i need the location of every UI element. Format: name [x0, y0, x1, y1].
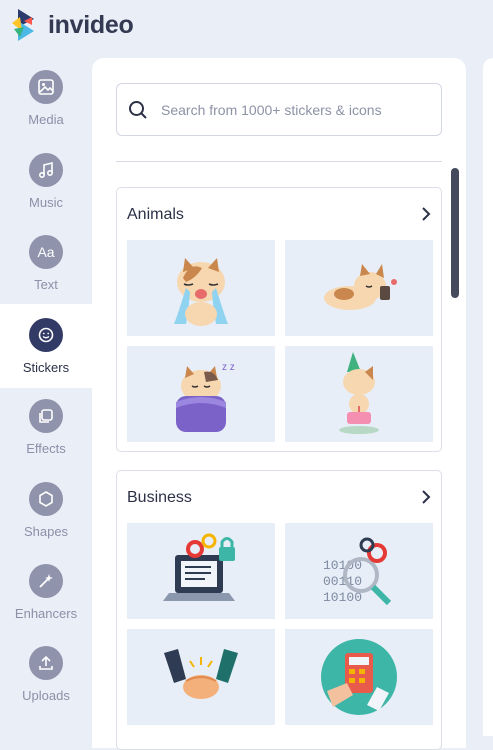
- divider: [116, 161, 442, 162]
- top-bar: invideo: [0, 0, 493, 52]
- birthday-cat-sticker[interactable]: [285, 346, 433, 442]
- invideo-logo[interactable]: invideo: [10, 7, 134, 43]
- upload-icon: [29, 646, 63, 680]
- sidebar-item-label: Music: [29, 195, 63, 210]
- sidebar-item-label: Media: [28, 112, 64, 127]
- brand-name: invideo: [48, 10, 134, 39]
- text-glyph: Aa: [37, 244, 55, 260]
- image-icon: [29, 70, 63, 104]
- chevron-right-icon[interactable]: [419, 205, 433, 223]
- sidebar-item-media[interactable]: Media: [0, 58, 92, 138]
- hexagon-icon: [29, 482, 63, 516]
- stickers-panel: Animals: [92, 58, 466, 750]
- category-business: Business 10100 00110 10100: [116, 470, 442, 750]
- chevron-right-icon[interactable]: [419, 488, 433, 506]
- sidebar-item-label: Enhancers: [14, 606, 78, 621]
- sidebar-item-enhancers[interactable]: Enhancers: [0, 552, 92, 632]
- sidebar-item-stickers[interactable]: Stickers: [0, 304, 92, 388]
- sidebar-item-music[interactable]: Music: [0, 141, 92, 221]
- category-title: Business: [127, 489, 192, 506]
- sidebar-item-shapes[interactable]: Shapes: [0, 470, 92, 550]
- binary-search-sticker[interactable]: 10100 00110 10100: [285, 523, 433, 619]
- sleeping-cat-sticker[interactable]: [285, 240, 433, 336]
- sidebar-item-label: Uploads: [22, 688, 70, 703]
- sidebar: Media Music Aa Text Stickers Effects Sha…: [0, 58, 92, 736]
- category-animals: Animals z z: [116, 187, 442, 452]
- sidebar-item-label: Text: [34, 277, 58, 292]
- text-aa-icon: Aa: [29, 235, 63, 269]
- sidebar-item-label: Stickers: [22, 360, 70, 375]
- sidebar-item-text[interactable]: Aa Text: [0, 223, 92, 303]
- canvas-panel-edge: [483, 58, 493, 736]
- magic-wand-icon: [29, 564, 63, 598]
- smiley-icon: [29, 318, 63, 352]
- search-box[interactable]: [116, 83, 442, 136]
- laptop-security-sticker[interactable]: [127, 523, 275, 619]
- scrollbar-thumb[interactable]: [451, 168, 459, 298]
- invideo-logo-icon: [12, 9, 34, 41]
- sidebar-item-label: Effects: [26, 441, 66, 456]
- search-input[interactable]: [159, 100, 433, 119]
- layers-icon: [29, 399, 63, 433]
- handshake-sticker[interactable]: [127, 629, 275, 725]
- sidebar-item-effects[interactable]: Effects: [0, 387, 92, 467]
- sidebar-item-uploads[interactable]: Uploads: [0, 634, 92, 714]
- svg-text:00110: 00110: [323, 574, 362, 589]
- cat-in-bed-sticker[interactable]: z z: [127, 346, 275, 442]
- crying-cat-sticker[interactable]: [127, 240, 275, 336]
- calculator-sticker[interactable]: [285, 629, 433, 725]
- music-note-icon: [29, 153, 63, 187]
- category-title: Animals: [127, 206, 184, 223]
- svg-text:z z: z z: [222, 362, 235, 373]
- sidebar-item-label: Shapes: [23, 524, 69, 539]
- search-icon: [129, 100, 147, 119]
